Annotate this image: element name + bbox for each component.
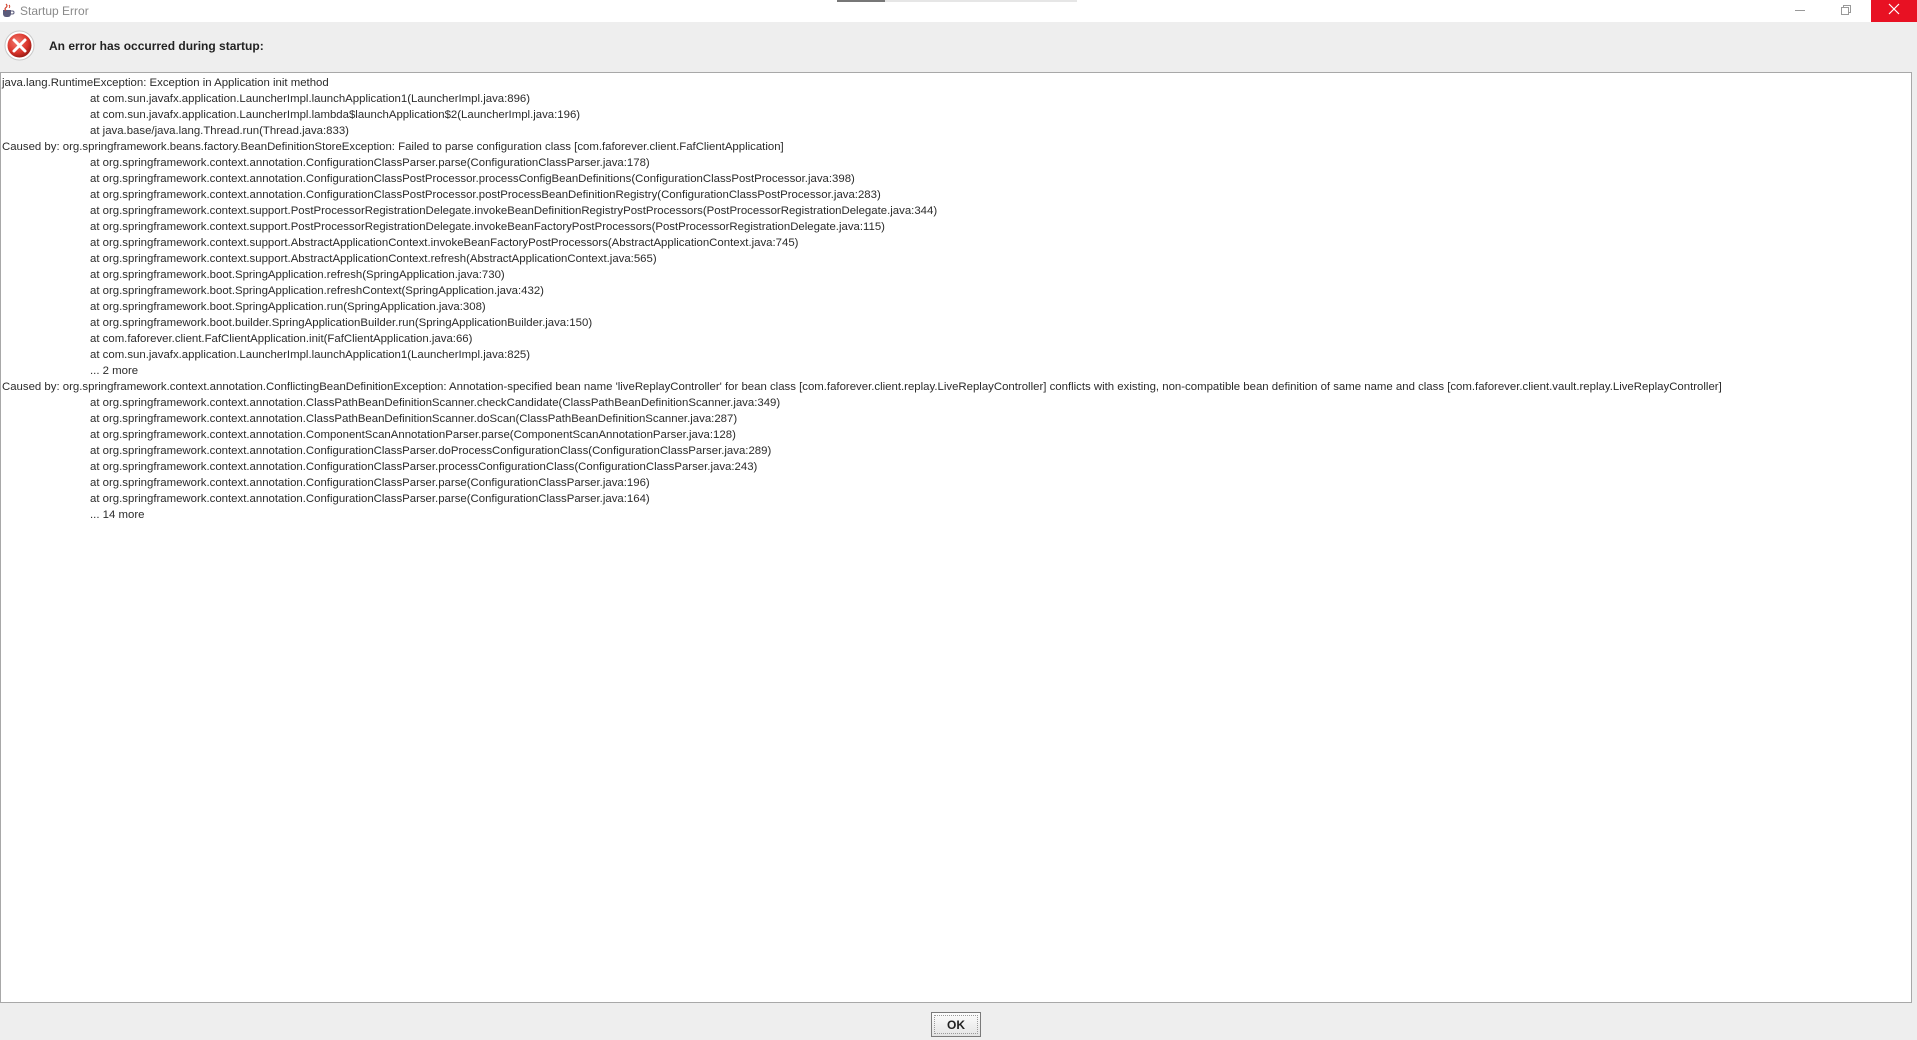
stack-trace-line: at org.springframework.context.annotatio… [90, 445, 772, 457]
ok-button[interactable]: OK [931, 1012, 981, 1037]
stack-trace-line: at org.springframework.boot.SpringApplic… [90, 269, 505, 281]
restore-icon [1841, 2, 1851, 20]
startup-error-window: Startup Error An error has occurred duri… [0, 0, 1917, 1040]
java-cup-icon [1, 3, 15, 18]
stack-trace-line: Caused by: org.springframework.context.a… [2, 381, 1722, 393]
stack-trace-line: at org.springframework.context.annotatio… [90, 477, 650, 489]
stack-trace-line: at org.springframework.boot.builder.Spri… [90, 317, 593, 329]
stack-trace-line: Caused by: org.springframework.beans.fac… [2, 141, 784, 153]
stack-trace-line: at java.base/java.lang.Thread.run(Thread… [90, 125, 349, 137]
stack-trace-line: ... 14 more [90, 509, 145, 521]
stack-trace-line: at org.springframework.context.annotatio… [90, 157, 650, 169]
button-bar: OK [0, 1003, 1917, 1040]
minimize-icon [1795, 2, 1805, 20]
close-icon [1888, 2, 1900, 20]
stack-trace-line: at com.sun.javafx.application.LauncherIm… [90, 349, 531, 361]
stack-trace-line: java.lang.RuntimeException: Exception in… [2, 77, 329, 89]
stack-trace-line: at org.springframework.context.annotatio… [90, 189, 881, 201]
stack-trace-line: at org.springframework.context.annotatio… [90, 429, 736, 441]
stack-trace-line: at org.springframework.context.annotatio… [90, 493, 650, 505]
stack-trace-line: at org.springframework.context.annotatio… [90, 173, 855, 185]
stack-trace-line: at com.sun.javafx.application.LauncherIm… [90, 93, 531, 105]
window-title: Startup Error [20, 4, 89, 18]
stack-trace-line: at org.springframework.context.support.P… [90, 205, 938, 217]
stack-trace-line: at org.springframework.boot.SpringApplic… [90, 301, 486, 313]
stack-trace-textarea[interactable]: java.lang.RuntimeException: Exception in… [0, 72, 1912, 1003]
stack-trace-line: at org.springframework.boot.SpringApplic… [90, 285, 544, 297]
stack-trace-line: at com.faforever.client.FafClientApplica… [90, 333, 473, 345]
stack-trace-line: at org.springframework.context.support.A… [90, 253, 657, 265]
stack-trace-line: at org.springframework.context.annotatio… [90, 413, 738, 425]
stack-trace-line: ... 2 more [90, 365, 139, 377]
stack-trace-line: at org.springframework.context.annotatio… [90, 397, 781, 409]
stack-trace-line: at org.springframework.context.support.P… [90, 221, 885, 233]
error-message: An error has occurred during startup: [49, 39, 264, 53]
error-icon [4, 30, 35, 61]
maximize-button[interactable] [1823, 0, 1869, 22]
stack-trace-line: at org.springframework.context.support.A… [90, 237, 799, 249]
stack-trace-lines: java.lang.RuntimeException: Exception in… [1, 73, 1911, 523]
close-button[interactable] [1871, 0, 1917, 22]
title-bar[interactable]: Startup Error [0, 0, 1917, 22]
minimize-button[interactable] [1777, 0, 1823, 22]
stack-trace-line: at org.springframework.context.annotatio… [90, 461, 758, 473]
title-divider-active [837, 0, 885, 2]
dialog-header: An error has occurred during startup: [0, 22, 1917, 72]
stack-trace-line: at com.sun.javafx.application.LauncherIm… [90, 109, 581, 121]
